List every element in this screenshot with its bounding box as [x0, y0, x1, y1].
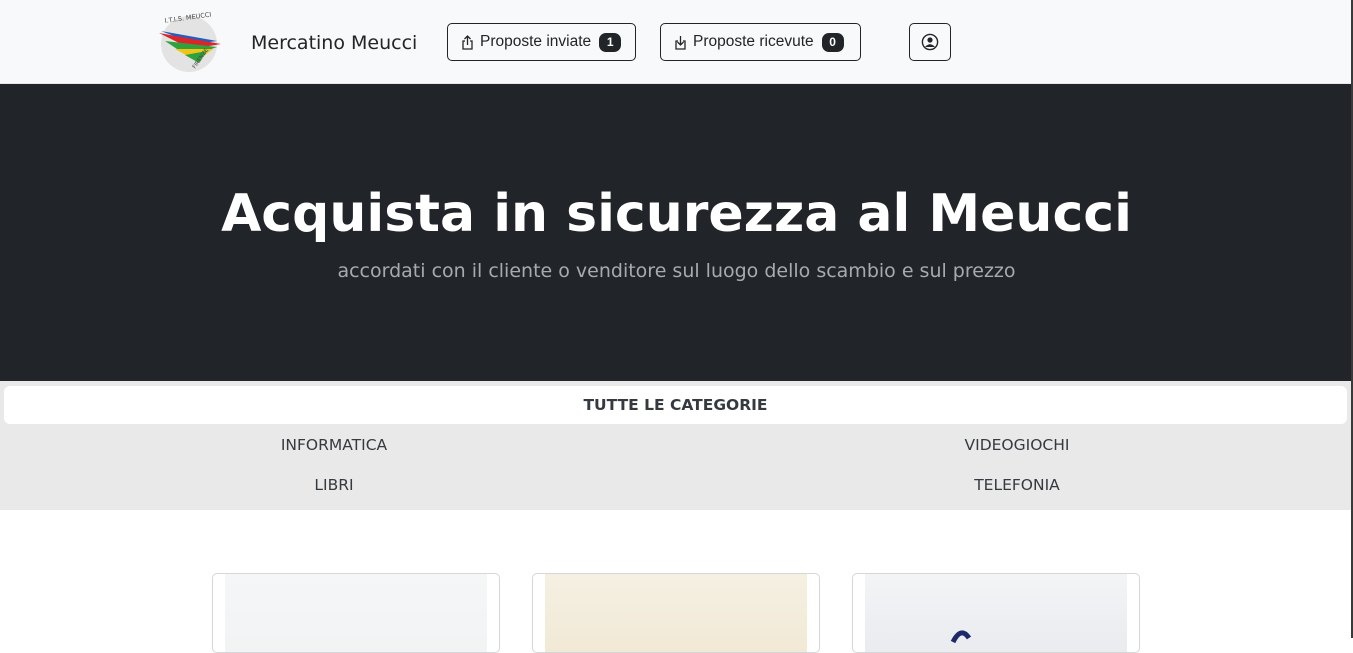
product-image [225, 574, 487, 652]
received-proposals-label: Proposte ricevute [693, 33, 814, 50]
category-telefonia[interactable]: TELEFONIA [817, 470, 1217, 500]
hero-subtitle: accordati con il cliente o venditore sul… [337, 260, 1016, 282]
hero-banner: Acquista in sicurezza al Meucci accordat… [0, 84, 1353, 381]
sent-proposals-count: 1 [599, 32, 622, 52]
category-menu: TUTTE LE CATEGORIE INFORMATICA VIDEOGIOC… [0, 381, 1353, 510]
brand-name[interactable]: Mercatino Meucci [251, 31, 417, 55]
product-card[interactable] [212, 573, 500, 653]
user-circle-icon [921, 33, 939, 51]
received-proposals-count: 0 [821, 32, 844, 52]
category-informatica[interactable]: INFORMATICA [134, 430, 534, 460]
category-videogiochi[interactable]: VIDEOGIOCHI [817, 430, 1217, 460]
product-card[interactable] [852, 573, 1140, 653]
category-all[interactable]: TUTTE LE CATEGORIE [4, 386, 1347, 424]
product-card[interactable] [532, 573, 820, 653]
user-account-button[interactable] [909, 23, 951, 61]
sent-proposals-button[interactable]: Proposte inviate 1 [447, 23, 636, 61]
upload-box-icon [461, 34, 474, 50]
product-image [865, 574, 1127, 652]
download-box-icon [674, 35, 687, 50]
sent-proposals-label: Proposte inviate [480, 33, 592, 50]
navbar: I.T.I.S. MEUCCI FIRENZE Mercatino Meucci… [0, 0, 1353, 84]
received-proposals-button[interactable]: Proposte ricevute 0 [660, 23, 861, 61]
product-image [545, 574, 807, 652]
school-logo[interactable]: I.T.I.S. MEUCCI FIRENZE [155, 11, 225, 73]
hero-title: Acquista in sicurezza al Meucci [221, 184, 1132, 244]
category-libri[interactable]: LIBRI [134, 470, 534, 500]
